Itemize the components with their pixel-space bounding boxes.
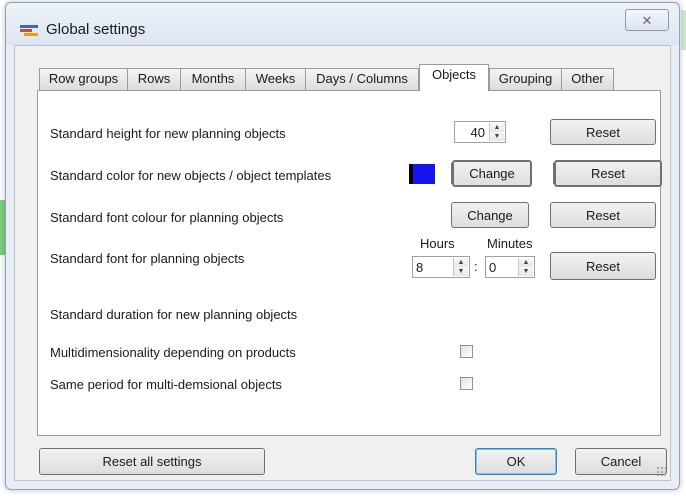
hours-stepper-arrows: ▲ ▼ [453, 258, 468, 276]
height-label: Standard height for new planning objects [50, 126, 286, 141]
tab-objects[interactable]: Objects [419, 64, 489, 91]
same-period-label: Same period for multi-demsional objects [50, 377, 282, 392]
height-stepper[interactable]: ▲ ▼ [454, 121, 506, 143]
font-label: Standard font for planning objects [50, 251, 245, 266]
multidim-checkbox[interactable] [460, 345, 473, 358]
global-settings-dialog: Global settings ✕ Row groups Rows Months… [5, 2, 680, 490]
spin-up-icon[interactable]: ▲ [454, 258, 468, 267]
minutes-input[interactable] [489, 260, 515, 275]
cancel-button[interactable]: Cancel [575, 448, 667, 475]
close-button[interactable]: ✕ [625, 9, 669, 31]
font-colour-reset-button[interactable]: Reset [550, 202, 656, 228]
tab-other[interactable]: Other [561, 68, 614, 90]
color-swatch [409, 164, 435, 184]
minutes-label: Minutes [487, 236, 533, 251]
time-separator: : [474, 259, 478, 274]
font-colour-change-button[interactable]: Change [451, 202, 529, 228]
tab-days-columns[interactable]: Days / Columns [305, 68, 419, 90]
reset-all-settings-button[interactable]: Reset all settings [39, 448, 265, 475]
spin-up-icon[interactable]: ▲ [519, 258, 533, 267]
duration-label: Standard duration for new planning objec… [50, 307, 298, 322]
dialog-client-area: Row groups Rows Months Weeks Days / Colu… [14, 45, 671, 481]
hours-stepper[interactable]: ▲ ▼ [412, 256, 470, 278]
tab-weeks[interactable]: Weeks [245, 68, 306, 90]
height-stepper-arrows: ▲ ▼ [489, 123, 504, 141]
app-icon [20, 25, 38, 36]
resize-grip-icon[interactable] [656, 466, 666, 476]
hours-label: Hours [420, 236, 455, 251]
same-period-checkbox[interactable] [460, 377, 473, 390]
minutes-stepper[interactable]: ▲ ▼ [485, 256, 535, 278]
objects-panel: Standard height for new planning objects… [37, 90, 662, 436]
close-icon: ✕ [641, 13, 653, 28]
font-colour-label: Standard font colour for planning object… [50, 210, 284, 225]
background-strip-right [681, 10, 686, 50]
hours-input[interactable] [416, 260, 442, 275]
height-reset-button[interactable]: Reset [550, 119, 656, 145]
tab-grouping[interactable]: Grouping [489, 68, 562, 90]
ok-button[interactable]: OK [475, 448, 557, 475]
window-title: Global settings [46, 21, 146, 38]
minutes-stepper-arrows: ▲ ▼ [518, 258, 533, 276]
spin-down-icon[interactable]: ▼ [490, 132, 504, 141]
spin-up-icon[interactable]: ▲ [490, 123, 504, 132]
spin-down-icon[interactable]: ▼ [454, 267, 468, 276]
color-label: Standard color for new objects / object … [50, 168, 332, 183]
duration-reset-button[interactable]: Reset [550, 252, 656, 280]
title-bar: Global settings ✕ [6, 3, 679, 45]
spin-down-icon[interactable]: ▼ [519, 267, 533, 276]
tab-row-groups[interactable]: Row groups [39, 68, 128, 90]
tab-months[interactable]: Months [180, 68, 246, 90]
multidim-label: Multidimensionality depending on product… [50, 345, 296, 360]
color-reset-button[interactable]: Reset [554, 160, 662, 187]
color-change-button[interactable]: Change [452, 160, 532, 187]
tab-rows[interactable]: Rows [127, 68, 181, 90]
height-input[interactable] [467, 125, 485, 140]
